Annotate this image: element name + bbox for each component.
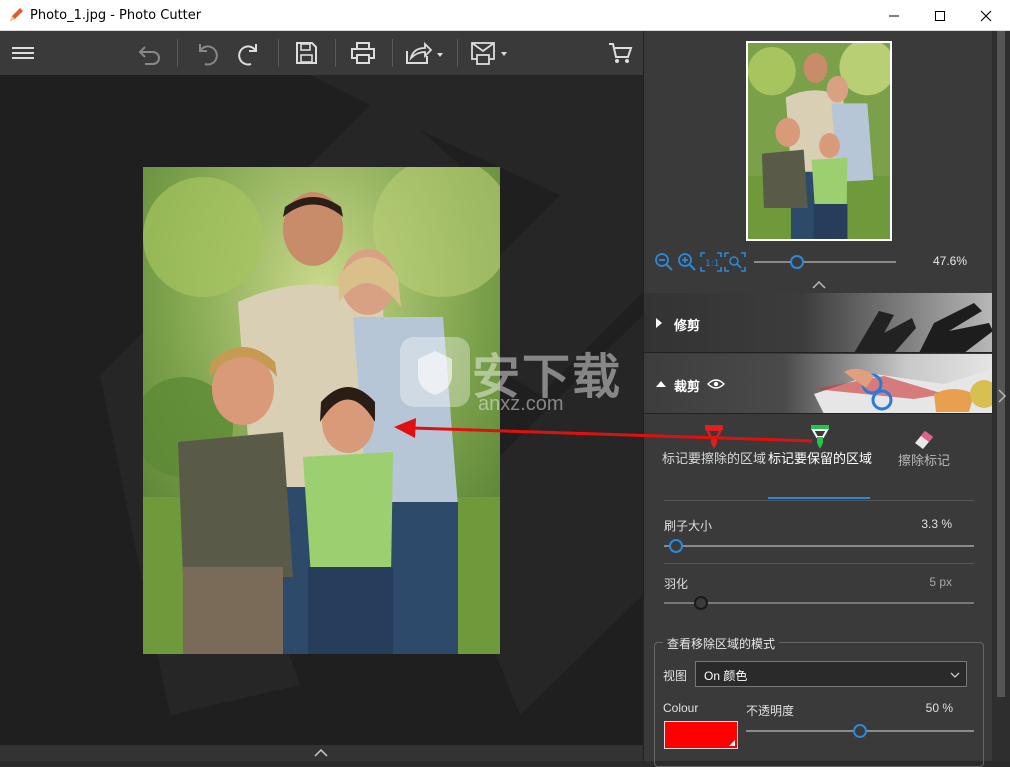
zoom-controls: 1:1 47.6% bbox=[654, 251, 984, 273]
watermark-subtext: anxz.com bbox=[478, 393, 564, 415]
mark-keep-tab[interactable]: 标记要保留的区域 bbox=[768, 423, 872, 467]
brush-size-value: 3.3 % bbox=[921, 517, 952, 531]
mark-erase-label: 标记要擦除的区域 bbox=[662, 451, 767, 466]
zoom-slider-thumb[interactable] bbox=[789, 255, 804, 269]
active-tab-underline bbox=[768, 497, 870, 499]
undo-history-button[interactable] bbox=[134, 37, 166, 69]
save-button[interactable] bbox=[290, 37, 322, 69]
feather-value: 5 px bbox=[929, 575, 952, 589]
zoom-percent: 47.6% bbox=[933, 254, 968, 268]
section-crop-title: 裁剪 bbox=[674, 379, 701, 394]
close-icon bbox=[980, 10, 992, 21]
cart-button[interactable] bbox=[604, 37, 636, 69]
collapse-triangle-icon bbox=[656, 381, 666, 387]
green-marker-icon bbox=[811, 425, 829, 449]
feather-label: 羽化 bbox=[664, 577, 689, 591]
thumbnail-image bbox=[748, 38, 896, 239]
feather-track[interactable] bbox=[664, 602, 974, 604]
zoom-in-icon[interactable] bbox=[677, 252, 697, 272]
maximize-icon bbox=[935, 10, 945, 21]
divider bbox=[664, 500, 974, 501]
bottom-panel-toggle[interactable] bbox=[0, 745, 643, 761]
opacity-label: 不透明度 bbox=[746, 704, 795, 718]
redo-button[interactable] bbox=[234, 37, 266, 69]
minimize-icon bbox=[889, 15, 899, 16]
collapse-navigator-icon[interactable] bbox=[812, 280, 826, 290]
right-panel: 1:1 47.6% 修剪 裁剪 标记要擦除的区域 标记要保留的区域 擦除标记 刷… bbox=[643, 31, 1010, 767]
share-button[interactable] bbox=[402, 37, 446, 69]
minimize-button[interactable] bbox=[871, 0, 917, 31]
cart-icon bbox=[609, 43, 633, 63]
expand-triangle-icon bbox=[656, 318, 662, 328]
chevron-right-icon[interactable] bbox=[997, 389, 1007, 403]
fit-icon[interactable] bbox=[724, 252, 746, 272]
chevron-down-icon bbox=[950, 672, 960, 678]
section-trim-header[interactable]: 修剪 bbox=[644, 293, 993, 353]
print-icon bbox=[351, 42, 375, 64]
redo-icon bbox=[238, 44, 257, 66]
section-trim-title: 修剪 bbox=[674, 318, 701, 333]
actual-size-icon[interactable]: 1:1 bbox=[700, 252, 722, 272]
save-icon bbox=[296, 42, 317, 64]
mark-keep-label: 标记要保留的区域 bbox=[768, 451, 873, 466]
undo-button[interactable] bbox=[190, 37, 222, 69]
title-bar: Photo_1.jpg - Photo Cutter bbox=[0, 0, 1010, 31]
zoom-slider-track[interactable] bbox=[754, 261, 896, 263]
print-button[interactable] bbox=[347, 37, 379, 69]
colour-label: Colour bbox=[663, 701, 699, 715]
eraser-icon bbox=[915, 431, 933, 449]
svg-text:1:1: 1:1 bbox=[705, 259, 719, 269]
export-icon bbox=[471, 42, 507, 65]
maximize-button[interactable] bbox=[917, 0, 963, 31]
red-marker-icon bbox=[705, 425, 723, 449]
view-label: 视图 bbox=[663, 669, 688, 683]
view-mode-legend: 查看移除区域的模式 bbox=[663, 635, 780, 652]
clear-marks-label: 擦除标记 bbox=[897, 453, 950, 468]
image-canvas[interactable]: 安下载 anxz.com bbox=[0, 75, 643, 745]
menu-button[interactable] bbox=[8, 37, 38, 69]
scrollbar-thumb[interactable] bbox=[997, 31, 1005, 697]
chevron-up-icon bbox=[314, 748, 328, 757]
feather-thumb[interactable] bbox=[694, 596, 709, 610]
zoom-out-icon[interactable] bbox=[654, 252, 674, 272]
divider bbox=[664, 563, 974, 564]
brush-size-track[interactable] bbox=[664, 545, 974, 547]
brush-size-label: 刷子大小 bbox=[664, 519, 713, 533]
menu-icon bbox=[12, 47, 34, 59]
app-pencil-icon bbox=[10, 8, 23, 21]
close-button[interactable] bbox=[963, 0, 1009, 31]
navigator-thumbnail[interactable] bbox=[746, 38, 896, 241]
mark-erase-tab[interactable]: 标记要擦除的区域 bbox=[662, 423, 766, 467]
corner-arrow-icon bbox=[729, 740, 735, 746]
panel-scrollbar[interactable] bbox=[992, 31, 1010, 761]
undo-icon bbox=[199, 44, 218, 66]
share-icon bbox=[406, 41, 443, 64]
eye-icon[interactable] bbox=[707, 378, 725, 390]
section-crop-header[interactable]: 裁剪 bbox=[644, 354, 993, 414]
window-title: Photo_1.jpg - Photo Cutter bbox=[30, 8, 202, 23]
colour-picker[interactable] bbox=[664, 721, 738, 749]
shield-icon bbox=[418, 351, 452, 395]
view-mode-value: On 颜色 bbox=[704, 669, 748, 683]
watermark-logo bbox=[400, 337, 470, 407]
main-toolbar bbox=[0, 31, 643, 75]
opacity-value: 50 % bbox=[925, 701, 953, 715]
export-button[interactable] bbox=[468, 37, 512, 69]
view-mode-select[interactable]: On 颜色 bbox=[695, 661, 967, 687]
clear-marks-tab[interactable]: 擦除标记 bbox=[884, 427, 964, 469]
opacity-thumb[interactable] bbox=[853, 724, 867, 738]
brush-size-thumb[interactable] bbox=[669, 539, 684, 553]
undo-history-icon bbox=[138, 46, 160, 65]
photo-image bbox=[143, 167, 500, 654]
